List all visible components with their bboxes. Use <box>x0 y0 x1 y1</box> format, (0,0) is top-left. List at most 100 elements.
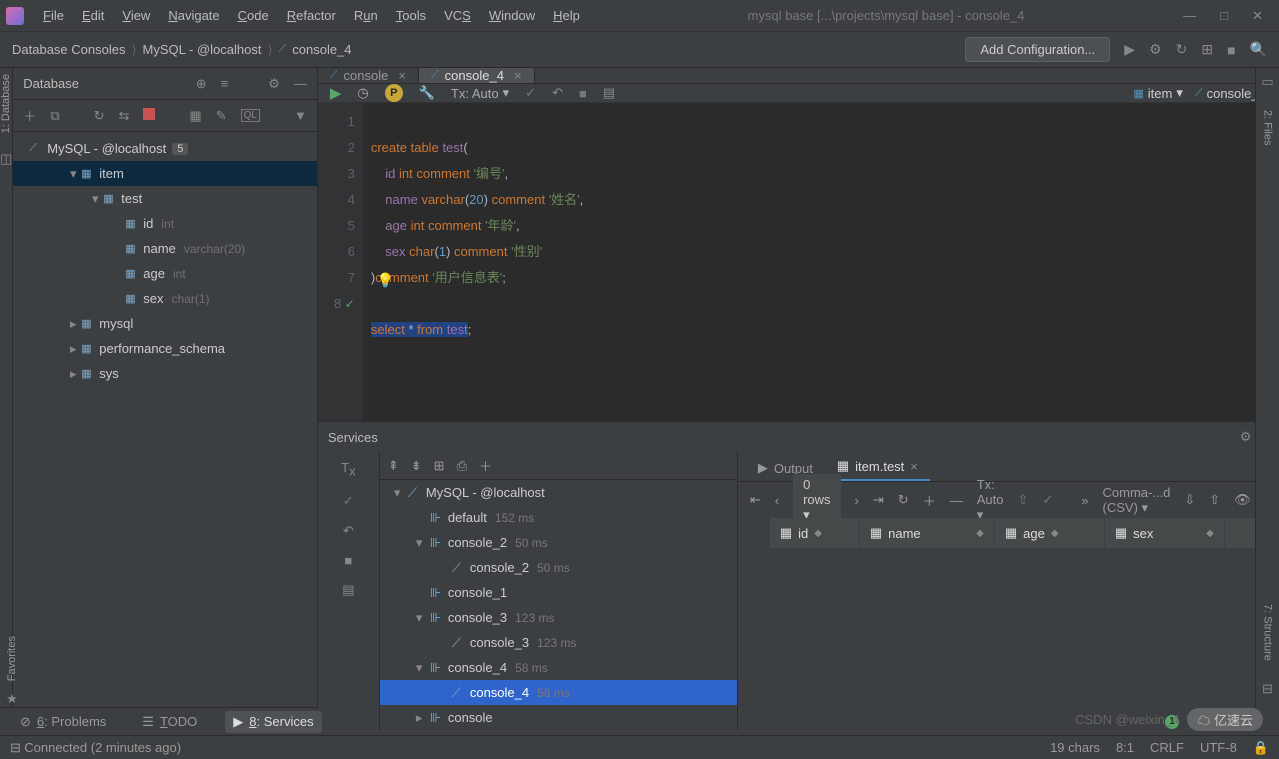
menu-vcs[interactable]: VCS <box>435 4 480 27</box>
export-format[interactable]: Comma-...d (CSV) ▾ <box>1103 485 1171 516</box>
svc-settings-icon[interactable]: ⚙ <box>1240 429 1252 445</box>
ok-icon-2[interactable]: ✓ <box>1042 492 1053 508</box>
sync-icon[interactable]: ⇆ <box>119 108 130 124</box>
remove-row-icon[interactable]: ― <box>950 493 963 508</box>
menu-navigate[interactable]: Navigate <box>159 4 228 27</box>
expand-down-icon[interactable]: ⇟ <box>411 458 422 474</box>
search-icon[interactable]: 🔍 <box>1250 41 1267 58</box>
ql-icon[interactable]: QL <box>241 109 260 122</box>
col-name[interactable]: ▦ name ◆ <box>860 518 995 548</box>
wrench-icon[interactable]: 🔧 <box>419 85 435 101</box>
add-icon[interactable]: ＋ <box>479 456 492 475</box>
svc-item-MySQL - @localhost[interactable]: ▾⟋MySQL - @localhost <box>380 480 737 505</box>
table-icon[interactable]: ▦ <box>189 108 201 124</box>
filter-icon[interactable]: ▼ <box>294 108 307 123</box>
maximize-icon[interactable]: □ <box>1220 8 1228 24</box>
files-icon[interactable]: ▭ <box>1261 74 1273 90</box>
menu-help[interactable]: Help <box>544 4 589 27</box>
tree-item-age[interactable]: ▦ageint <box>13 261 317 286</box>
strip-database[interactable]: 1: Database <box>0 74 12 133</box>
stop-icon[interactable]: ■ <box>1227 42 1235 58</box>
stop-button[interactable] <box>143 108 155 123</box>
group-icon[interactable]: ⊞ <box>434 458 445 474</box>
view-icon[interactable]: ▤ <box>342 582 354 598</box>
star-icon[interactable]: ★ <box>6 691 18 707</box>
tree-root[interactable]: ⟋ MySQL - @localhost 5 <box>13 136 317 161</box>
tab-console[interactable]: ⟋console× <box>318 68 419 83</box>
run-icon[interactable]: ▶ <box>1124 41 1135 58</box>
hide-icon[interactable]: ― <box>294 76 307 92</box>
col-sex[interactable]: ▦ sex ◆ <box>1105 518 1225 548</box>
crumb-2[interactable]: console_4 <box>292 42 351 57</box>
menu-refactor[interactable]: Refactor <box>278 4 345 27</box>
datasource-icon[interactable]: ◫ <box>0 151 12 167</box>
tree-item-performance_schema[interactable]: ▸▦performance_schema <box>13 336 317 361</box>
structure-icon[interactable]: ⊟ <box>1262 681 1273 697</box>
commit-icon[interactable]: ✓ <box>343 493 354 509</box>
commit-icon[interactable]: ✓ <box>525 85 536 101</box>
minimize-icon[interactable]: ― <box>1183 8 1196 24</box>
tab-console_4[interactable]: ⟋console_4× <box>419 68 535 83</box>
strip-structure[interactable]: 7: Structure <box>1262 604 1274 661</box>
layout-icon[interactable]: ▤ <box>603 85 615 101</box>
expand-up-icon[interactable]: ⇞ <box>388 458 399 474</box>
stop2-icon[interactable]: ■ <box>344 553 352 568</box>
tx-selector[interactable]: Tx: Auto ▾ <box>451 85 509 101</box>
close-icon[interactable]: ✕ <box>1252 8 1263 24</box>
tree-item-mysql[interactable]: ▸▦mysql <box>13 311 317 336</box>
history-icon[interactable]: ◷ <box>357 85 368 101</box>
upload-icon[interactable]: ⇧ <box>1209 492 1220 508</box>
add-row-icon[interactable]: ＋ <box>923 491 936 510</box>
prev-page-icon[interactable]: ‹ <box>775 493 779 508</box>
svc-item-console_3[interactable]: ⟋console_3123 ms <box>380 630 737 655</box>
col-age[interactable]: ▦ age ◆ <box>995 518 1105 548</box>
svc-item-console_3[interactable]: ▾⊪console_3123 ms <box>380 605 737 630</box>
next-page-icon[interactable]: › <box>855 493 859 508</box>
bottom-tab-TODO[interactable]: ☰TODO <box>134 711 205 733</box>
tree-item-id[interactable]: ▦idint <box>13 211 317 236</box>
menu-file[interactable]: File <box>34 4 73 27</box>
more-icon[interactable]: » <box>1081 493 1088 508</box>
submit-icon[interactable]: ⇧ <box>1017 492 1028 508</box>
menu-tools[interactable]: Tools <box>387 4 435 27</box>
refresh-icon[interactable]: ↻ <box>94 108 105 124</box>
menu-edit[interactable]: Edit <box>73 4 113 27</box>
menu-run[interactable]: Run <box>345 4 387 27</box>
profile-icon[interactable]: ⊞ <box>1201 41 1213 58</box>
result-table[interactable]: ▦ id ◆ ▦ name ◆ ▦ age ◆ ▦ sex ◆ <box>738 518 1279 730</box>
svc-item-default[interactable]: ⊪default152 ms <box>380 505 737 530</box>
download-icon[interactable]: ⇩ <box>1184 492 1195 508</box>
new-icon[interactable]: ＋ <box>23 106 36 125</box>
schema-chip[interactable]: ▦item ▾ <box>1133 85 1183 101</box>
status-crlf[interactable]: CRLF <box>1150 740 1184 756</box>
menu-view[interactable]: View <box>113 4 159 27</box>
code-editor[interactable]: 12345678 ✓ create table test( id int com… <box>318 103 1279 421</box>
execute-icon[interactable]: ▶ <box>330 84 342 102</box>
eye-icon[interactable]: 👁 <box>1234 492 1251 508</box>
last-page-icon[interactable]: ⇥ <box>873 492 884 508</box>
bulb-icon[interactable]: 💡 <box>377 267 394 293</box>
tree-item-name[interactable]: ▦namevarchar(20) <box>13 236 317 261</box>
reload-icon[interactable]: ↻ <box>898 492 909 508</box>
tx-icon[interactable]: Tx <box>341 460 355 479</box>
lock-icon[interactable]: 🔒 <box>1253 740 1269 756</box>
col-id[interactable]: ▦ id ◆ <box>770 518 860 548</box>
tree-item-item[interactable]: ▾▦item <box>13 161 317 186</box>
crumb-1[interactable]: MySQL - @localhost <box>143 42 262 57</box>
coverage-icon[interactable]: ↻ <box>1176 41 1188 58</box>
collapse-icon[interactable]: ≡ <box>221 76 229 92</box>
close-tab-icon[interactable]: × <box>398 68 406 83</box>
settings-icon[interactable]: ⚙ <box>268 76 280 92</box>
strip-files[interactable]: 2: Files <box>1262 110 1274 145</box>
svc-item-console_4[interactable]: ▾⊪console_458 ms <box>380 655 737 680</box>
services-tree[interactable]: ⇞ ⇟ ⊞ ⎙ ＋ ▾⟋MySQL - @localhost⊪default15… <box>380 452 738 730</box>
status-enc[interactable]: UTF-8 <box>1200 740 1237 756</box>
debug-icon[interactable]: ⚙ <box>1149 41 1162 58</box>
edit-icon[interactable]: ✎ <box>216 108 227 124</box>
svc-item-console_1[interactable]: ⊪console_1 <box>380 580 737 605</box>
svc-item-console_4[interactable]: ⟋console_458 ms <box>380 680 737 705</box>
svc-item-console_2[interactable]: ▾⊪console_250 ms <box>380 530 737 555</box>
bottom-tab-8--Services[interactable]: ▶8: Services <box>225 711 321 733</box>
rollback-icon[interactable]: ↶ <box>343 523 354 539</box>
strip-favorites[interactable]: Favorites <box>6 636 18 681</box>
